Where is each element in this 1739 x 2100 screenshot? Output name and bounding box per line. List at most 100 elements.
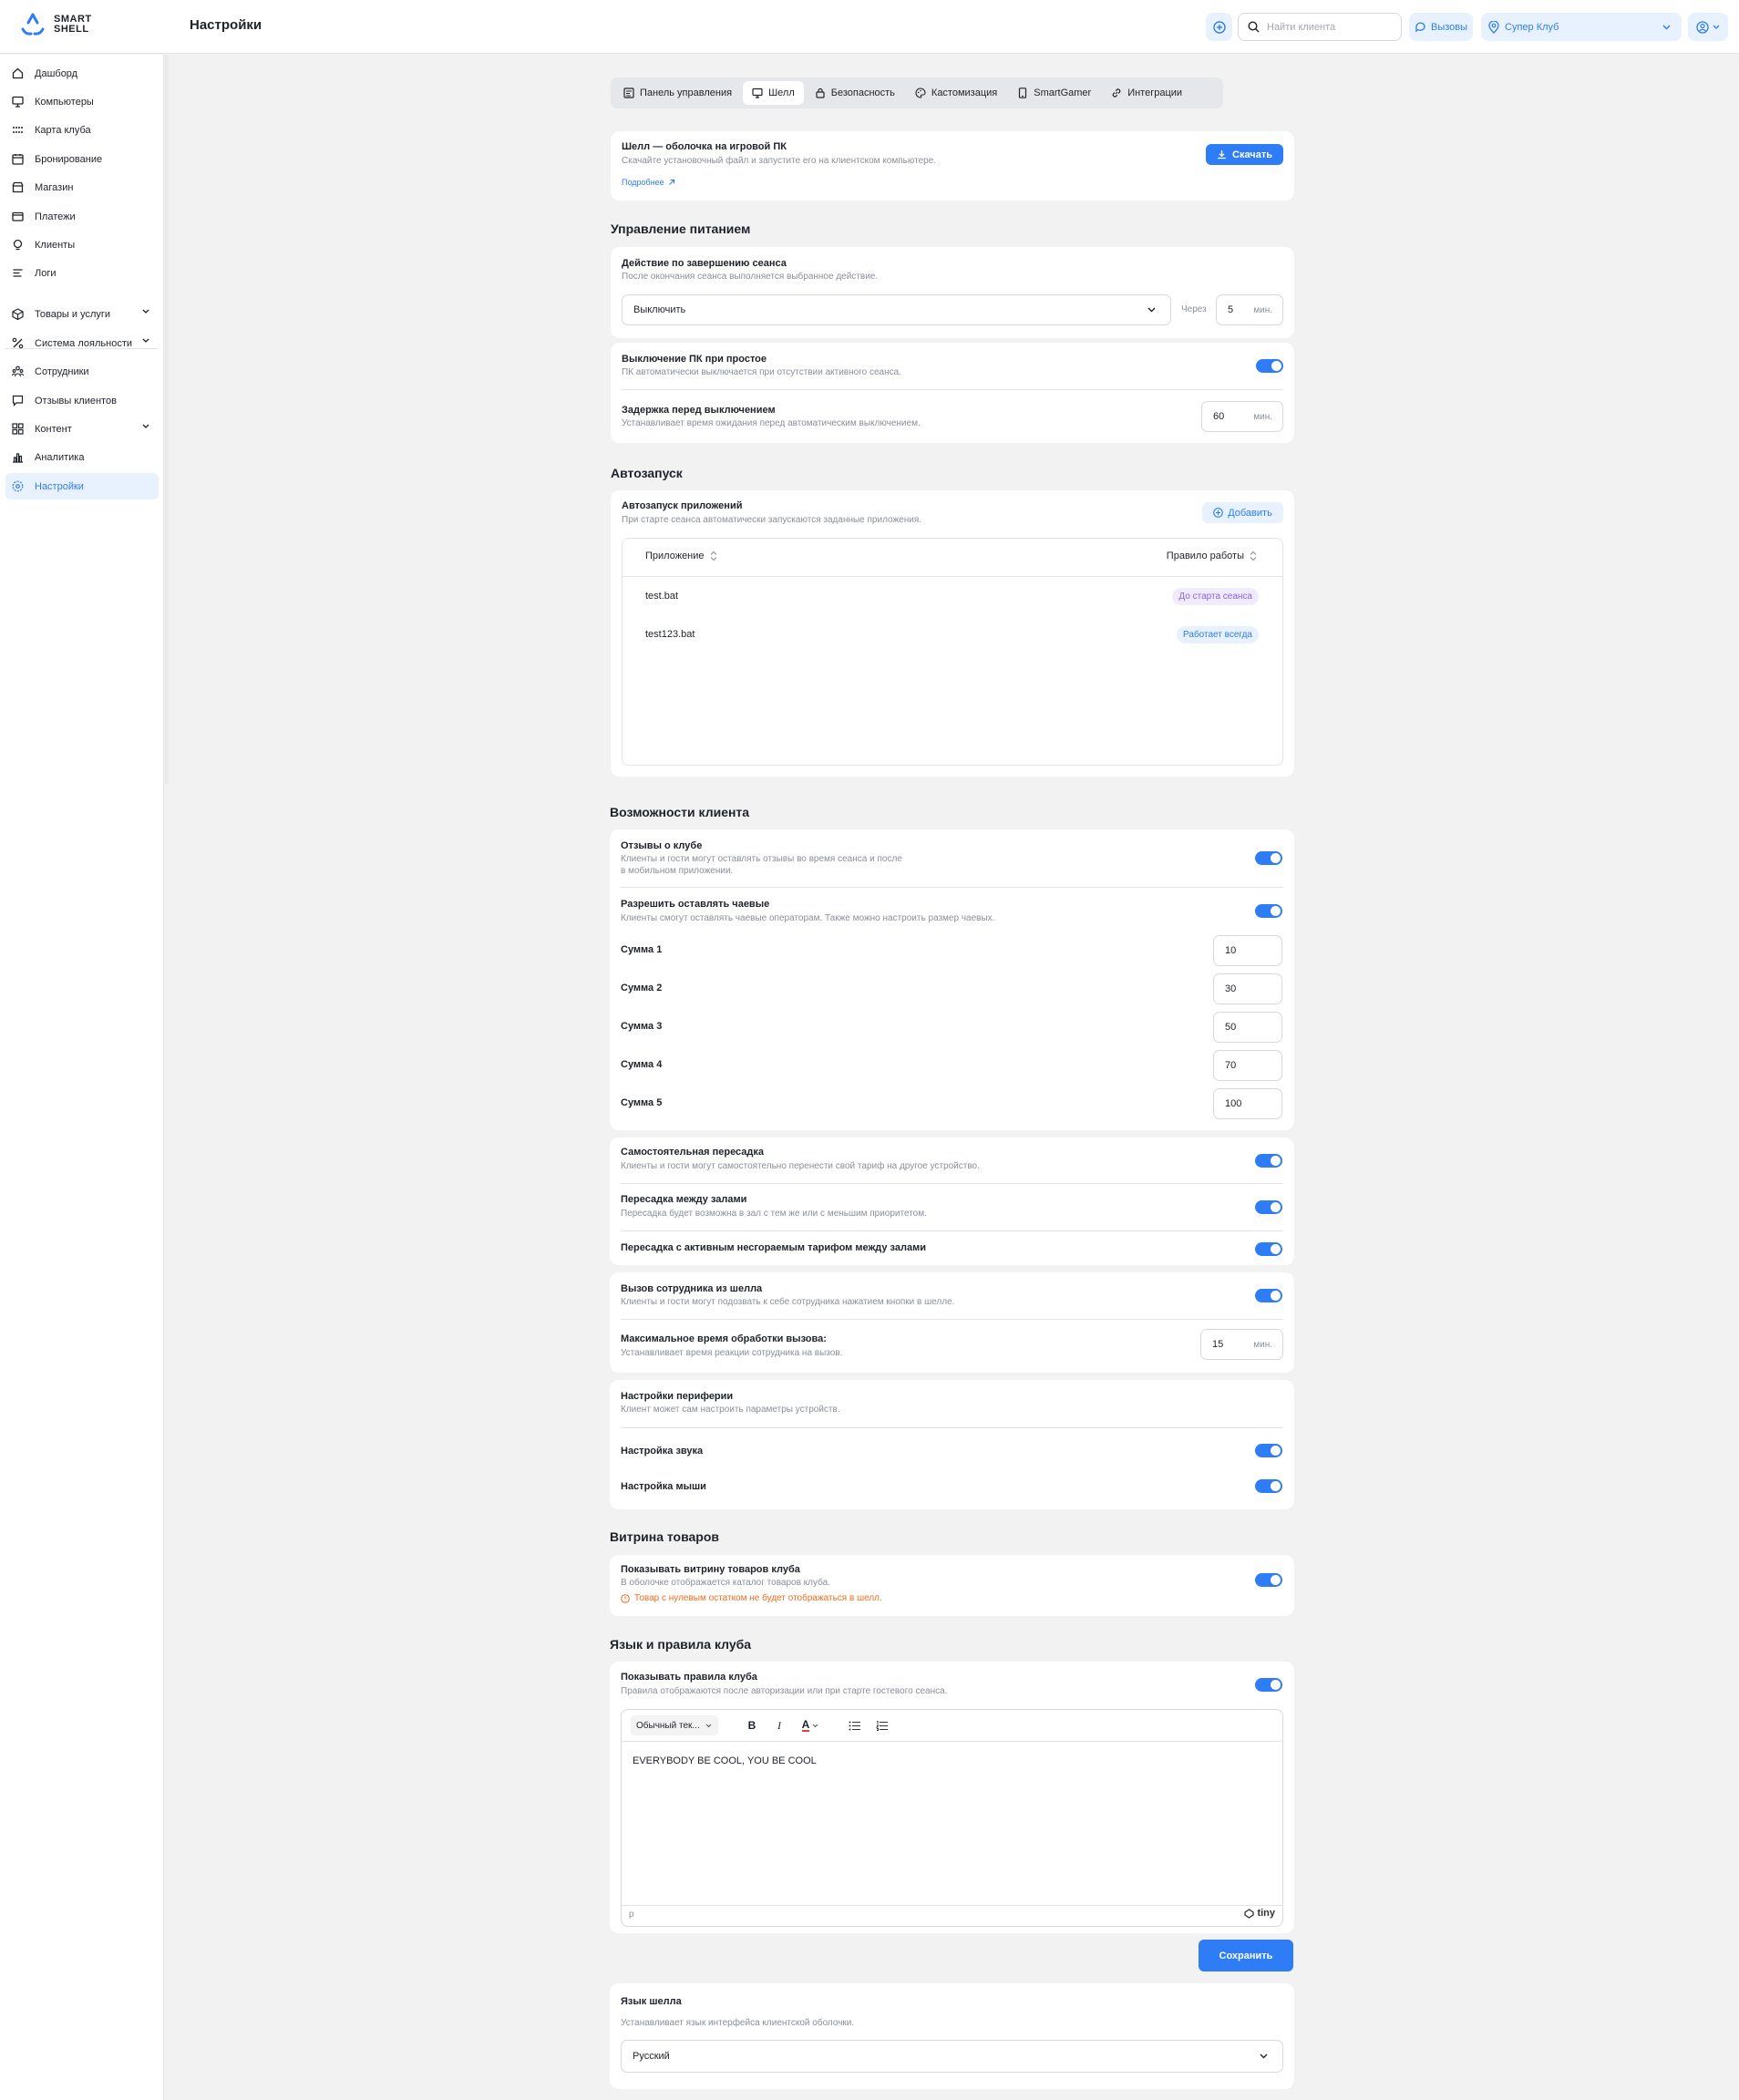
sidebar-item-dashboard[interactable]: Дашборд (5, 60, 159, 87)
idle-shutdown-toggle[interactable] (1256, 359, 1283, 373)
table-row[interactable]: test123.bat Работает всегда (623, 616, 1282, 654)
add-app-button[interactable]: Добавить (1202, 502, 1283, 523)
info-circle-icon (621, 1593, 630, 1603)
tiny-brand[interactable]: tiny (1244, 1908, 1275, 1919)
add-button[interactable] (1206, 13, 1232, 41)
amount-input[interactable]: 100 (1213, 1088, 1282, 1119)
sidebar-item-content[interactable]: Контент (5, 416, 159, 442)
sidebar-item-goods[interactable]: Товары и услуги (5, 301, 159, 327)
sidebar-item-label: Клиенты (35, 239, 76, 251)
shell-download-subtitle: Скачайте установочный файл и запустите е… (622, 156, 937, 166)
bullet-list-icon[interactable] (844, 1715, 864, 1735)
monitor-icon (12, 96, 24, 108)
shell-language-value: Русский (633, 2051, 670, 2062)
tab-label: Панель управления (640, 88, 733, 98)
logo[interactable]: SMART SHELL (20, 13, 92, 36)
divider (621, 1427, 1283, 1428)
tips-toggle[interactable] (1255, 904, 1282, 918)
tab-smartgamer[interactable]: SmartGamer (1008, 81, 1100, 105)
calls-button[interactable]: Вызовы (1409, 13, 1473, 41)
sidebar-item-label: Аналитика (35, 451, 85, 463)
club-selector[interactable]: Супер Клуб (1481, 13, 1682, 41)
max-call-time-input[interactable]: 15 мин. (1200, 1329, 1283, 1360)
rules-toggle[interactable] (1255, 1678, 1282, 1692)
tab-integrations[interactable]: Интеграции (1102, 81, 1191, 105)
session-end-action-select[interactable]: Выключить (622, 294, 1171, 325)
sidebar-item-booking[interactable]: Бронирование (5, 146, 159, 172)
bold-icon[interactable]: B (742, 1715, 762, 1735)
rich-text-editor: Обычный тек... B I A EVERYBODY BE COOL, … (621, 1709, 1283, 1927)
mouse-toggle[interactable] (1255, 1479, 1282, 1493)
showcase-subtitle: В оболочке отображается каталог товаров … (621, 1578, 830, 1588)
divider (621, 1183, 1283, 1184)
panel-icon (623, 88, 634, 98)
numbered-list-icon[interactable] (871, 1715, 891, 1735)
showcase-section-title: Витрина товаров (610, 1529, 720, 1544)
shell-download-card: Шелл — оболочка на игровой ПК Скачайте у… (611, 131, 1294, 201)
download-button[interactable]: Скачать (1206, 144, 1283, 165)
sidebar-item-logs[interactable]: Логи (5, 260, 159, 286)
box-icon (12, 308, 24, 320)
delay-minutes-input[interactable]: 60 мин. (1201, 401, 1283, 432)
tab-security[interactable]: Безопасность (806, 81, 904, 105)
halls-title: Пересадка между залами (621, 1194, 747, 1205)
shell-language-subtitle: Устанавливает язык интерфейса клиентской… (621, 2018, 855, 2028)
sidebar-item-label: Отзывы клиентов (35, 395, 117, 407)
amount-input[interactable]: 10 (1213, 935, 1282, 966)
save-button[interactable]: Сохранить (1199, 1940, 1293, 1971)
column-header-rule[interactable]: Правило работы (1167, 551, 1257, 561)
sidebar-item-analytics[interactable]: Аналитика (5, 444, 159, 470)
column-header-app[interactable]: Приложение (645, 551, 717, 561)
nonburn-toggle[interactable] (1255, 1242, 1282, 1256)
profile-menu[interactable] (1688, 13, 1728, 41)
message-icon (12, 395, 24, 407)
sidebar-item-label: Бронирование (35, 153, 103, 165)
chevron-down-icon (1713, 25, 1720, 29)
table-row[interactable]: test.bat До старта сеанса (623, 578, 1282, 616)
amount-input[interactable]: 70 (1213, 1050, 1282, 1081)
sidebar-item-store[interactable]: Магазин (5, 174, 159, 201)
sidebar-item-loyalty[interactable]: Система лояльности (5, 330, 159, 356)
tab-control-panel[interactable]: Панель управления (614, 81, 741, 105)
mouse-title: Настройка мыши (621, 1481, 706, 1492)
amount-label: Сумма 5 (621, 1097, 663, 1108)
italic-icon[interactable]: I (769, 1715, 789, 1735)
sidebar-item-staff[interactable]: Сотрудники (5, 358, 159, 385)
halls-toggle[interactable] (1255, 1200, 1282, 1214)
transfer-card: Самостоятельная пересадка Клиенты и гост… (610, 1138, 1294, 1265)
home-icon (12, 67, 24, 79)
search-input[interactable] (1267, 21, 1394, 33)
reviews-subtitle-line2: в мобильном приложении. (621, 866, 734, 876)
sidebar-item-settings[interactable]: Настройки (5, 473, 159, 499)
sidebar-item-reviews[interactable]: Отзывы клиентов (5, 387, 159, 414)
transfer-toggle[interactable] (1255, 1154, 1282, 1168)
staff-call-toggle[interactable] (1255, 1289, 1282, 1302)
amount-input[interactable]: 50 (1213, 1012, 1282, 1043)
client-search[interactable] (1238, 13, 1402, 41)
rules-section-title: Язык и правила клуба (610, 1637, 752, 1652)
format-select[interactable]: Обычный тек... (631, 1715, 718, 1735)
amount-input[interactable]: 30 (1213, 973, 1282, 1004)
shell-language-card: Язык шелла Устанавливает язык интерфейса… (610, 1983, 1294, 2089)
more-link[interactable]: Подробнее (622, 178, 675, 187)
phone-icon (1019, 88, 1027, 98)
sidebar-item-payments[interactable]: Платежи (5, 203, 159, 230)
sidebar-item-club-map[interactable]: Карта клуба (5, 117, 159, 143)
autostart-card: Автозапуск приложений При старте сеанса … (611, 490, 1294, 777)
reviews-toggle[interactable] (1255, 851, 1282, 865)
format-select-value: Обычный тек... (636, 1720, 700, 1731)
staff-call-subtitle: Клиенты и гости могут подозвать к себе с… (621, 1297, 955, 1307)
text-color-icon[interactable]: A (797, 1715, 824, 1735)
max-call-time-subtitle: Устанавливает время реакции сотрудника н… (621, 1348, 843, 1358)
idle-shutdown-card: Выключение ПК при простое ПК автоматичес… (611, 343, 1294, 443)
shell-language-title: Язык шелла (621, 1996, 682, 2007)
sound-toggle[interactable] (1255, 1444, 1282, 1457)
editor-content[interactable]: EVERYBODY BE COOL, YOU BE COOL (633, 1755, 817, 1766)
showcase-toggle[interactable] (1255, 1573, 1282, 1587)
shell-language-select[interactable]: Русский (621, 2040, 1283, 2073)
tab-shell[interactable]: Шелл (743, 81, 804, 105)
sidebar-item-clients[interactable]: Клиенты (5, 232, 159, 258)
tab-customization[interactable]: Кастомизация (906, 81, 1006, 105)
after-minutes-input[interactable]: 5 мин. (1216, 294, 1283, 325)
sidebar-item-computers[interactable]: Компьютеры (5, 88, 159, 115)
